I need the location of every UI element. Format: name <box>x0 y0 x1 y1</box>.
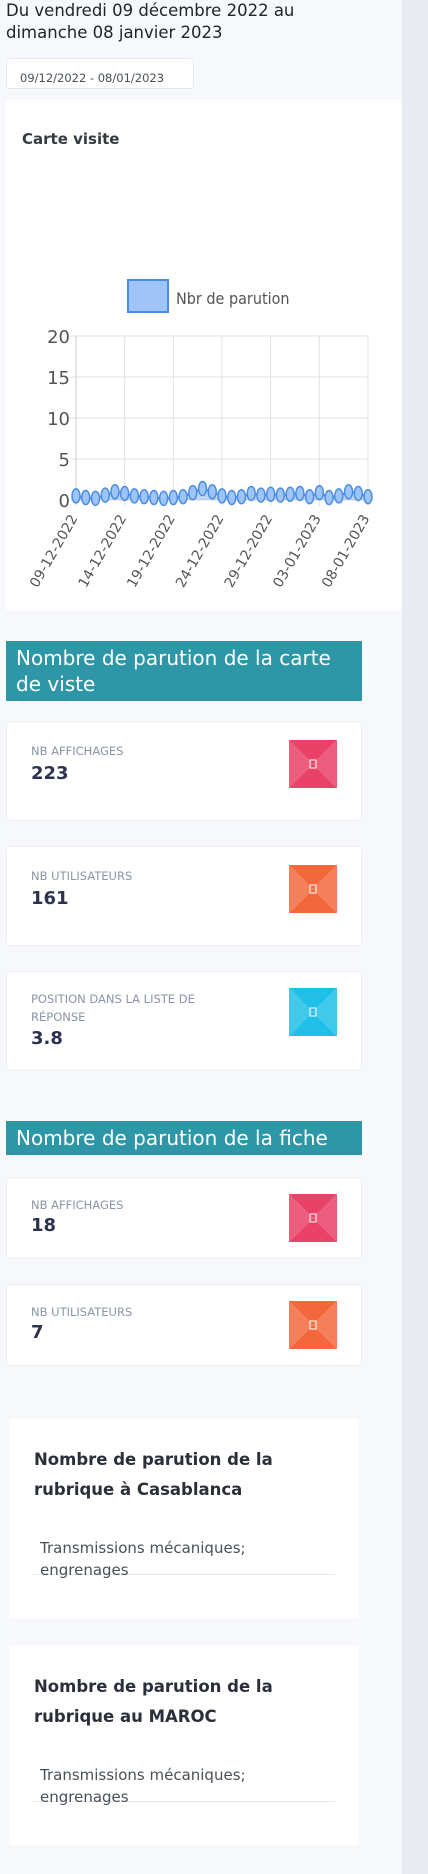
section-title-fiche: Nombre de parution de la fiche <box>6 1121 362 1155</box>
x-tick-label: 24-12-2022 <box>173 512 228 590</box>
data-point <box>236 488 247 505</box>
y-tick-label: 0 <box>59 491 70 512</box>
legend-swatch <box>127 279 169 313</box>
data-point <box>71 488 81 504</box>
date-range-input[interactable]: 09/12/2022 - 08/01/2023 <box>6 58 194 89</box>
data-point <box>168 489 179 506</box>
data-point <box>324 489 334 506</box>
data-point <box>207 484 218 500</box>
rubric-title: Nombre de parution de la rubrique à Casa… <box>34 1450 273 1499</box>
stat-value: 7 <box>31 1322 44 1343</box>
x-tick-label: 29-12-2022 <box>222 512 277 590</box>
stat-label: NB AFFICHAGES <box>31 1198 124 1212</box>
data-point <box>197 480 208 497</box>
data-point <box>139 488 149 505</box>
data-point <box>295 485 305 502</box>
y-tick-label: 10 <box>47 409 70 430</box>
data-point <box>188 484 198 501</box>
data-point <box>285 486 295 503</box>
stat-card-utilisateurs: NB UTILISATEURS 7 <box>6 1284 362 1366</box>
data-point <box>80 489 91 506</box>
y-tick-label: 15 <box>47 368 70 389</box>
x-tick-label: 09-12-2022 <box>27 512 82 590</box>
parution-line-chart: Nbr de parution 0 5 10 15 20 09-12-202214-12-2… <box>27 279 374 590</box>
data-point <box>256 487 266 503</box>
stat-card-utilisateurs: NB UTILISATEURS 161 <box>6 846 362 946</box>
x-tick-label: 19-12-2022 <box>124 512 179 590</box>
y-tick-label: 20 <box>47 327 70 348</box>
section-title-carte: Nombre de parution de la carte de viste <box>6 641 362 701</box>
data-point <box>149 489 159 506</box>
y-tick-label: 5 <box>59 450 70 471</box>
stat-label: NB UTILISATEURS <box>31 1305 133 1319</box>
chart-card: Carte visite Nbr de parution 0 5 10 15 20 09-1… <box>6 100 401 610</box>
rubric-item[interactable]: Transmissions mécaniques; engrenages <box>33 1537 335 1579</box>
data-point <box>129 488 140 504</box>
stat-card-affichages: NB AFFICHAGES 18 <box>6 1177 362 1259</box>
display-icon <box>289 1194 337 1242</box>
x-tick-label: 14-12-2022 <box>76 512 131 590</box>
rubric-title: Nombre de parution de la rubrique au MAR… <box>34 1677 273 1726</box>
chart-legend: Nbr de parution <box>127 279 290 313</box>
data-point <box>226 489 237 506</box>
data-point <box>353 485 364 502</box>
data-point <box>217 488 227 504</box>
rubric-card-maroc: Nombre de parution de la rubrique au MAR… <box>9 1646 359 1845</box>
rubric-card-casablanca: Nombre de parution de la rubrique à Casa… <box>9 1419 359 1618</box>
stat-value: 223 <box>31 763 69 784</box>
users-icon <box>289 865 337 913</box>
stat-card-position: POSITION DANS LA LISTE DE RÉPONSE 3.8 <box>6 971 362 1071</box>
rubric-item[interactable]: Transmissions mécaniques; engrenages <box>33 1764 335 1806</box>
position-icon <box>289 988 337 1036</box>
data-point <box>119 485 130 502</box>
period-text: Du vendredi 09 décembre 2022 au dimanche… <box>6 1 295 42</box>
users-icon <box>289 1301 337 1349</box>
page-scroll-gutter <box>402 0 428 1874</box>
stat-value: 161 <box>31 888 69 909</box>
stat-card-affichages: NB AFFICHAGES 223 <box>6 721 362 821</box>
data-point <box>314 484 325 501</box>
data-point <box>334 488 344 504</box>
data-point <box>363 488 373 505</box>
data-point <box>343 484 354 500</box>
stat-label: NB UTILISATEURS <box>31 869 133 883</box>
stat-value: 3.8 <box>31 1028 63 1049</box>
data-point <box>265 486 276 503</box>
x-tick-label: 03-01-2023 <box>270 512 325 590</box>
data-point <box>158 490 169 507</box>
stat-label: NB AFFICHAGES <box>31 744 124 758</box>
data-point <box>246 485 256 502</box>
data-point <box>90 490 101 507</box>
display-icon <box>289 740 337 788</box>
stat-value: 18 <box>31 1215 57 1236</box>
stat-label: POSITION DANS LA LISTE DE RÉPONSE <box>31 992 195 1024</box>
data-point <box>275 487 286 503</box>
data-point <box>178 488 188 505</box>
x-tick-label: 08-01-2023 <box>319 512 374 590</box>
data-point <box>304 488 315 505</box>
data-point <box>100 487 110 503</box>
legend-label: Nbr de parution <box>176 289 290 308</box>
data-point <box>110 484 120 500</box>
